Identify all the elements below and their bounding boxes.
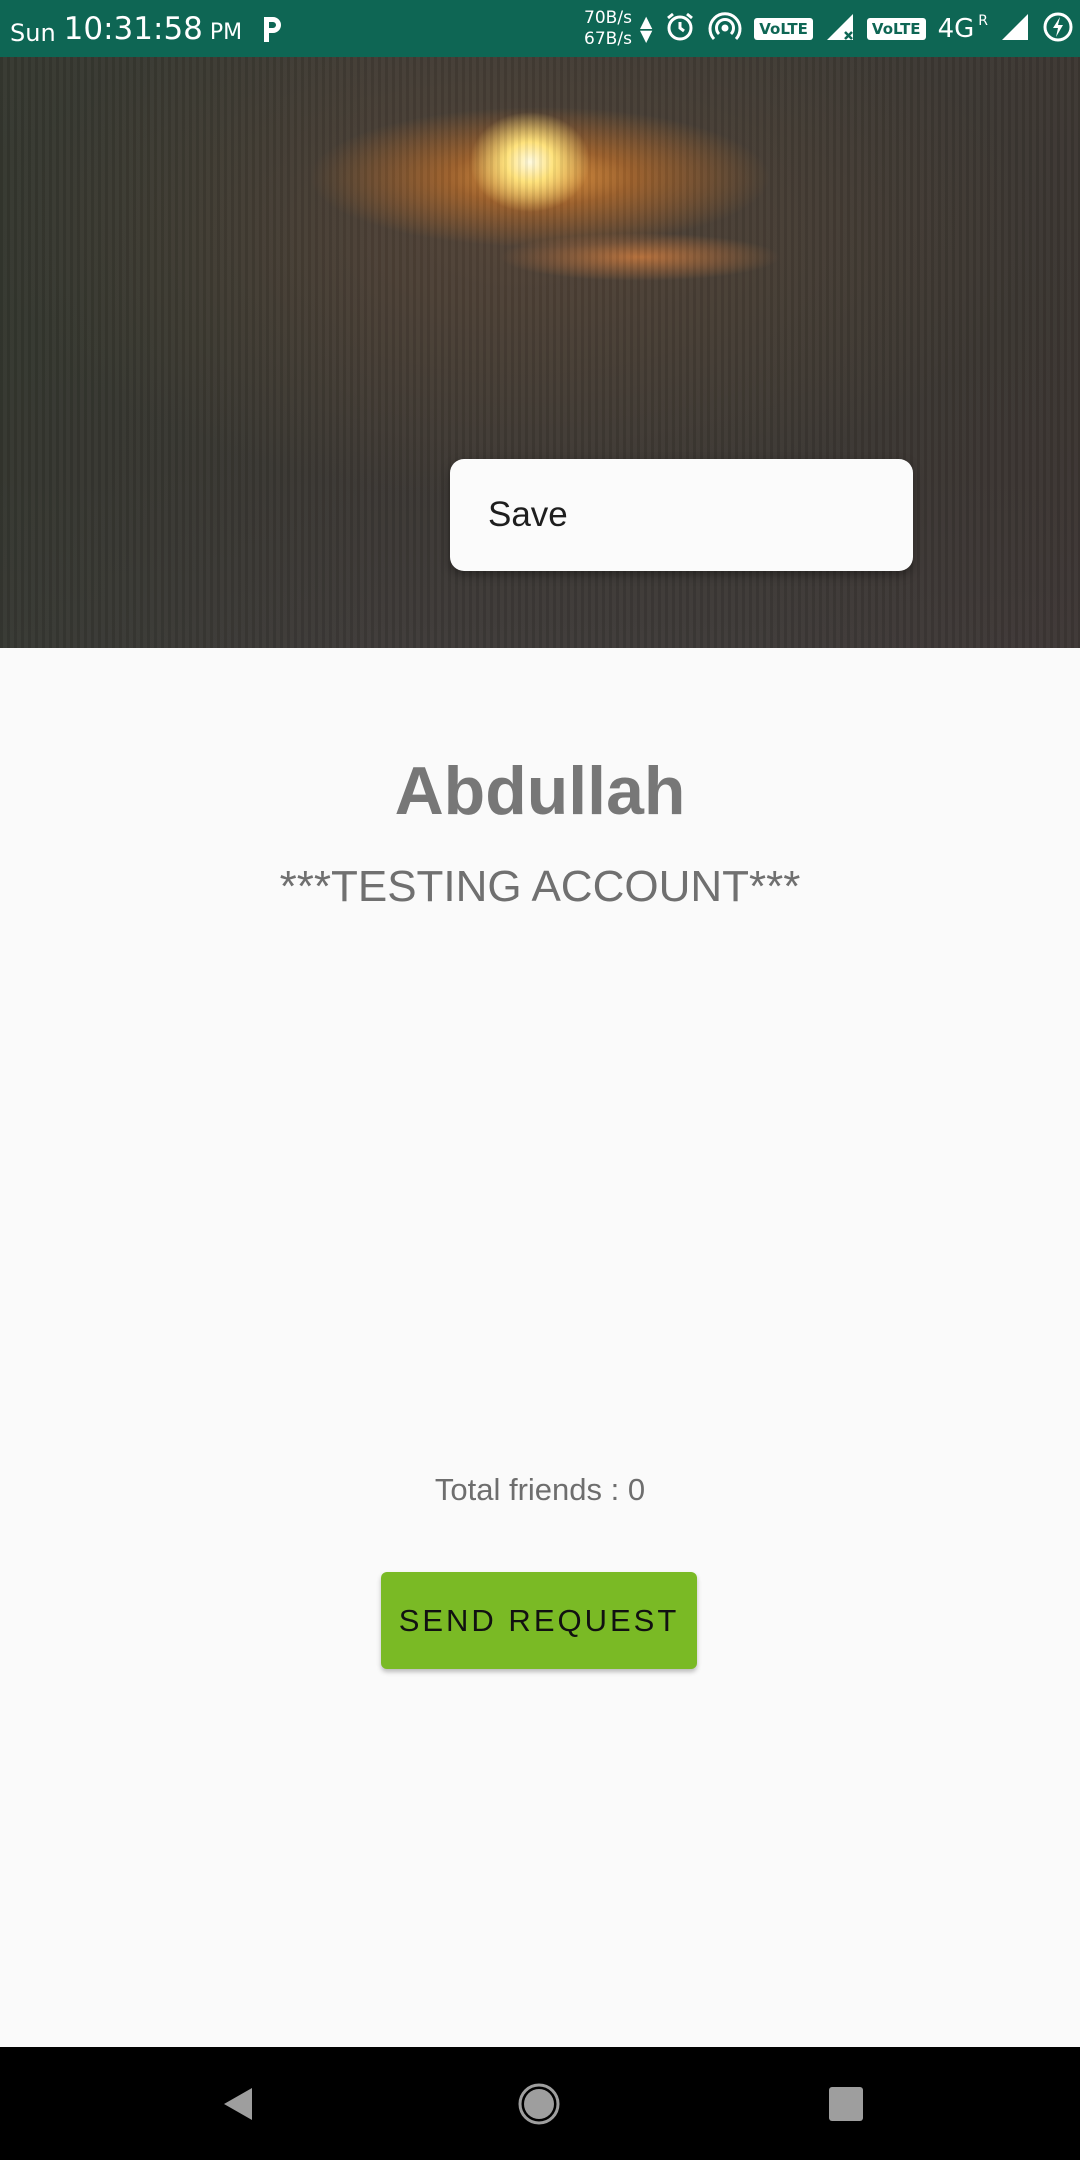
battery-icon [1042, 11, 1074, 47]
network-speed: 70B/s 67B/s [584, 8, 632, 50]
speed-down: 67B/s [584, 28, 632, 49]
recents-icon[interactable] [786, 2047, 906, 2160]
status-bar: Sun 10:31:58 PM 70B/s 67B/s ▲ ▼ VoLTE Vo… [0, 0, 1080, 57]
volte-badge-2: VoLTE [866, 17, 926, 40]
status-day: Sun [10, 18, 56, 47]
signal-icon [825, 12, 855, 46]
parking-icon [260, 14, 284, 44]
back-icon[interactable] [178, 2047, 298, 2160]
status-time: 10:31:58 [63, 10, 203, 47]
send-request-button[interactable]: SEND REQUEST [381, 1572, 697, 1669]
home-icon[interactable] [479, 2047, 599, 2160]
volte-badge-1: VoLTE [754, 17, 813, 40]
status-ampm: PM [209, 20, 243, 45]
save-menu-item[interactable]: Save [450, 459, 913, 571]
speed-up: 70B/s [584, 7, 632, 28]
roaming-indicator: R [978, 12, 988, 29]
signal-icon [1000, 12, 1030, 46]
hotspot-icon [708, 11, 742, 47]
profile-status: ***TESTING ACCOUNT*** [279, 862, 801, 911]
data-arrows-icon: ▲ ▼ [639, 11, 653, 45]
context-menu: Save [450, 459, 913, 571]
alarm-icon [664, 11, 696, 47]
profile-name: Abdullah [394, 753, 686, 829]
total-friends-label: Total friends : 0 [434, 1472, 646, 1507]
network-type: 4G [937, 13, 975, 44]
navigation-bar [0, 2047, 1080, 2160]
